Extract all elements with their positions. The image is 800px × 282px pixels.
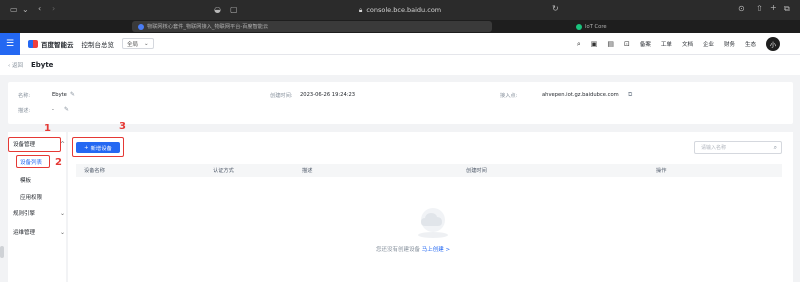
- empty-cloud-icon: [418, 208, 448, 238]
- column-actions: 操作: [656, 168, 667, 174]
- annotation-box-3: [72, 137, 124, 157]
- column-device-name: 设备名称: [84, 168, 105, 174]
- column-description: 描述: [302, 168, 313, 174]
- reader-icon[interactable]: ▢: [230, 5, 238, 14]
- logo-text: 百度智能云: [41, 40, 74, 49]
- forward-icon[interactable]: ›: [52, 4, 55, 13]
- address-bar[interactable]: 🔒︎ console.bce.baidu.com: [322, 4, 478, 16]
- desc-label: 描述:: [18, 108, 31, 114]
- header-menu-beian[interactable]: 备案: [640, 40, 651, 48]
- download-icon[interactable]: ⊙: [738, 4, 745, 13]
- chevron-down-icon: ⌄: [59, 209, 65, 217]
- logo-mark-icon: [28, 39, 38, 48]
- baidu-cloud-favicon-icon: [138, 23, 144, 30]
- tab-overview-icon[interactable]: ⧉: [784, 4, 790, 14]
- share-icon[interactable]: ⇧: [756, 4, 763, 13]
- empty-state: 您还没有创建设备 马上创建 >: [376, 245, 450, 253]
- avatar[interactable]: 小: [766, 37, 780, 51]
- chevron-down-icon[interactable]: ⌄: [22, 5, 29, 14]
- table-header: 设备名称 认证方式 描述 创建时间 操作: [76, 164, 782, 177]
- breadcrumb: ‹ 返回 Ebyte: [0, 55, 800, 75]
- instance-info-card: 名称: Ebyte ✎ 描述: - ✎ 创建时间: 2023-06-26 19:…: [8, 82, 793, 124]
- annotation-box-2: [16, 155, 50, 168]
- iot-core-favicon-icon: [576, 23, 582, 30]
- header-menu-enterprise[interactable]: 企业: [703, 40, 714, 48]
- empty-message: 您还没有创建设备: [376, 247, 421, 253]
- endpoint-value: ahvepen.iot.gz.baidubce.com: [542, 92, 619, 98]
- created-value: 2023-06-26 19:24:23: [300, 92, 356, 98]
- message-icon[interactable]: ▤: [607, 40, 614, 48]
- sidebar-item-label: 运维管理: [13, 230, 36, 236]
- sidebar-toggle-icon[interactable]: ▭: [10, 5, 18, 14]
- region-select[interactable]: 全局 ⌄: [122, 38, 154, 49]
- cart-icon[interactable]: ⊡: [624, 40, 630, 48]
- page-title: Ebyte: [30, 61, 54, 69]
- search-icon[interactable]: ⌕: [774, 144, 777, 152]
- tab-active[interactable]: 物联网核心套件_物联网接入_物联网平台-百度智能云: [132, 21, 492, 32]
- app-header: ☰ 百度智能云 控制台总览 全局 ⌄ ⌕ ▣ ▤ ⊡ 备案 工单 文档 企业 财…: [0, 32, 800, 55]
- terminal-icon[interactable]: ▣: [591, 40, 598, 48]
- column-created-time: 创建时间: [466, 168, 487, 174]
- shield-icon[interactable]: ◒: [214, 5, 221, 14]
- sidebar-item-ops-management[interactable]: 运维管理 ⌄: [13, 228, 65, 237]
- hamburger-menu-icon[interactable]: ☰: [0, 32, 20, 55]
- sidebar-item-rule-engine[interactable]: 规则引擎 ⌄: [13, 209, 65, 218]
- sidebar-item-template[interactable]: 模板: [20, 176, 31, 184]
- tab-bar: 物联网核心套件_物联网接入_物联网平台-百度智能云 IoT Core: [0, 20, 800, 33]
- lock-icon: 🔒︎: [358, 5, 363, 14]
- copy-icon[interactable]: ⧉: [628, 91, 632, 99]
- search-input[interactable]: 请输入名称 ⌕: [694, 141, 782, 154]
- annotation-number-1: 1: [44, 123, 51, 134]
- new-tab-icon[interactable]: +: [770, 3, 777, 12]
- header-actions: ⌕ ▣ ▤ ⊡ 备案 工单 文档 企业 财务 生态 小: [577, 33, 780, 55]
- console-overview-link[interactable]: 控制台总览: [82, 39, 115, 49]
- back-link[interactable]: ‹ 返回: [8, 61, 23, 69]
- reload-icon[interactable]: ↻: [552, 4, 559, 13]
- header-menu-ecosystem[interactable]: 生态: [745, 40, 756, 48]
- create-now-link[interactable]: 马上创建 >: [422, 247, 450, 253]
- brand-logo[interactable]: 百度智能云: [28, 39, 74, 49]
- search-icon[interactable]: ⌕: [577, 40, 581, 49]
- edit-name-icon[interactable]: ✎: [70, 91, 75, 98]
- search-placeholder: 请输入名称: [701, 145, 727, 151]
- annotation-number-3: 3: [119, 121, 126, 132]
- edit-desc-icon[interactable]: ✎: [64, 106, 69, 113]
- endpoint-label: 接入点:: [500, 93, 518, 99]
- scroll-handle[interactable]: [0, 246, 4, 258]
- sidebar-item-app-permission[interactable]: 应用权限: [20, 193, 42, 201]
- device-list-panel: + 新增设备 请输入名称 ⌕ 设备名称 认证方式 描述 创建时间 操作 您还没有…: [68, 132, 793, 282]
- sidebar-item-label: 规则引擎: [13, 211, 36, 217]
- name-value: Ebyte: [52, 92, 67, 98]
- header-menu-ticket[interactable]: 工单: [661, 40, 672, 48]
- desc-value: -: [52, 107, 54, 113]
- chevron-down-icon: ⌄: [144, 40, 149, 47]
- chevron-down-icon: ⌄: [59, 228, 65, 236]
- annotation-box-1: [8, 137, 61, 152]
- back-icon[interactable]: ‹: [38, 4, 41, 13]
- tab-iot-core[interactable]: IoT Core: [570, 21, 680, 32]
- created-label: 创建时间:: [270, 93, 293, 99]
- browser-toolbar: ▭ ⌄ ‹ › ◒ ▢ 🔒︎ console.bce.baidu.com ↻ ⊙…: [0, 0, 800, 20]
- region-value: 全局: [127, 41, 139, 48]
- tab-label: IoT Core: [585, 23, 607, 30]
- header-menu-finance[interactable]: 财务: [724, 40, 735, 48]
- header-menu-docs[interactable]: 文档: [682, 40, 693, 48]
- tab-label: 物联网核心套件_物联网接入_物联网平台-百度智能云: [147, 24, 269, 30]
- name-label: 名称:: [18, 93, 31, 99]
- url-text: console.bce.baidu.com: [366, 6, 442, 14]
- column-auth-method: 认证方式: [213, 168, 234, 174]
- annotation-number-2: 2: [55, 157, 62, 168]
